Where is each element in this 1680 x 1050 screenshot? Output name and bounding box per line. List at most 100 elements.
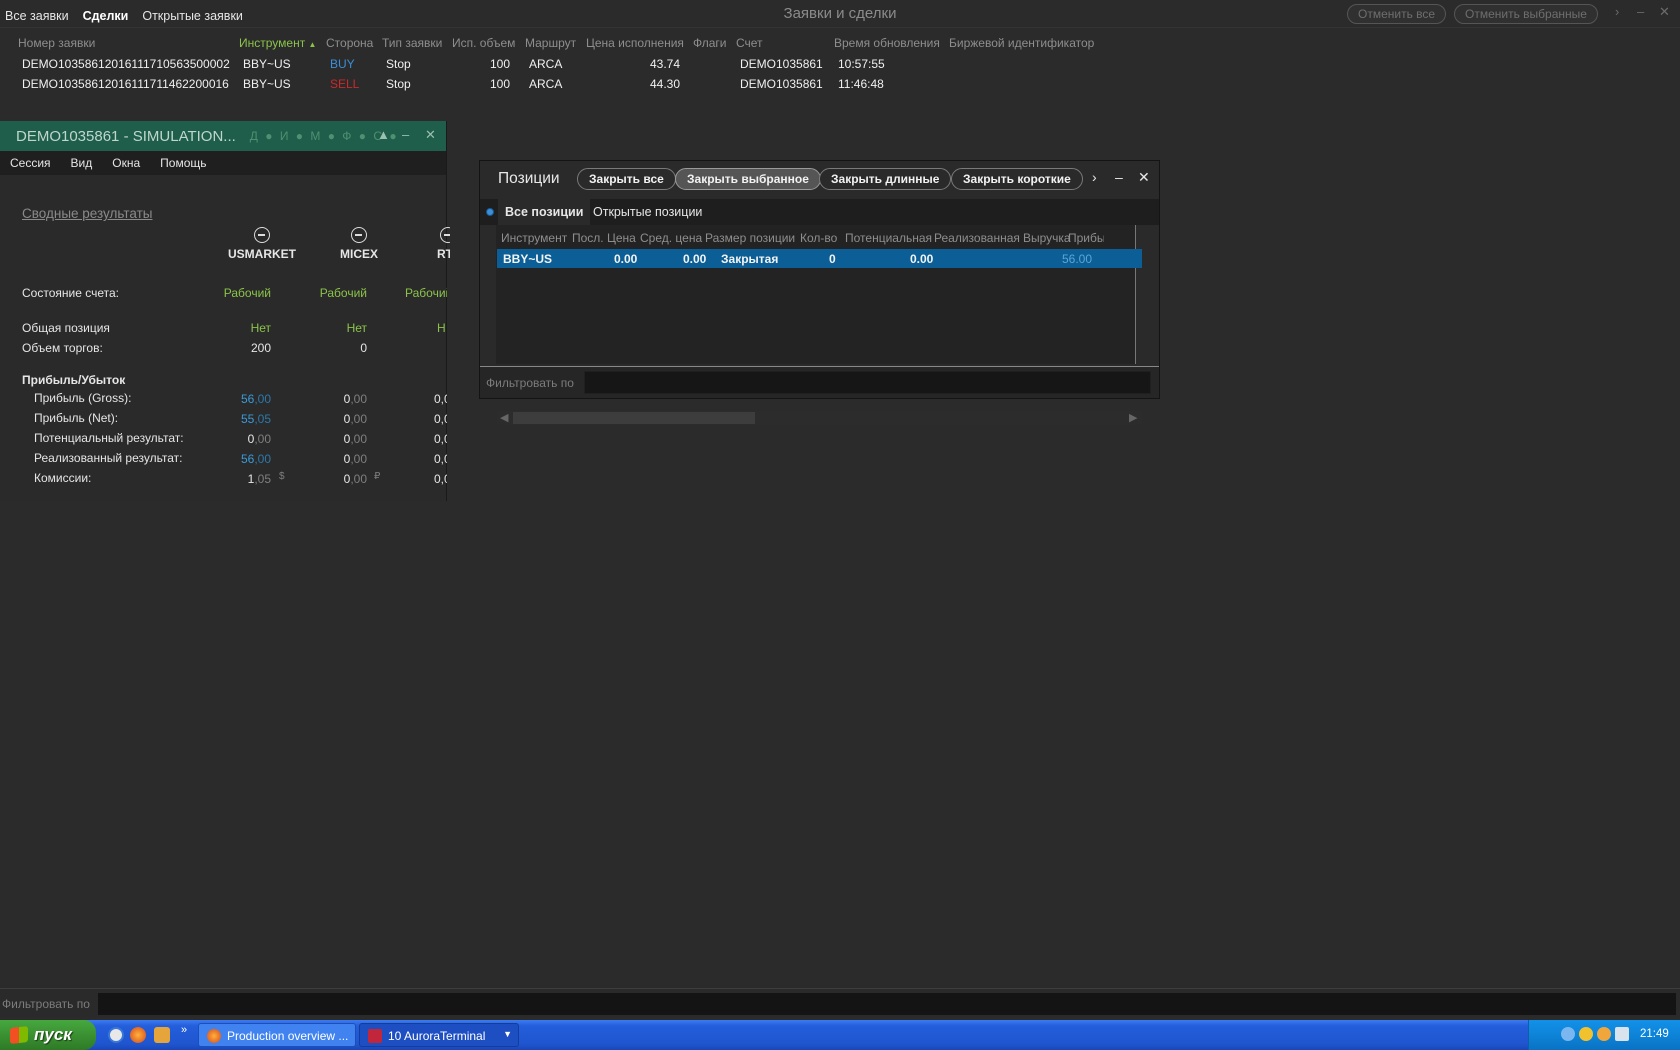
account-titlebar[interactable]: DEMO1035861 - SIMULATION... Д ● И ● М ● …	[0, 121, 446, 151]
cancel-selected-button[interactable]: Отменить выбранные	[1454, 4, 1598, 24]
table-row[interactable]: DEMO10358612016111710563500002 BBY~US BU…	[0, 57, 1680, 75]
rts-state: Рабочий	[405, 286, 447, 300]
filter-input[interactable]	[98, 993, 1676, 1015]
col-quantity[interactable]: Кол-во	[800, 231, 837, 245]
taskbar: пуск » Production overview ... 10 Aurora…	[0, 1020, 1680, 1050]
collapse-circle-icon	[254, 227, 270, 243]
horizontal-scrollbar[interactable]: ◀ ▶	[497, 411, 1142, 425]
app-icon[interactable]	[154, 1027, 170, 1043]
micex-potential: 0,00	[307, 432, 367, 446]
filter-label: Фильтровать по	[486, 376, 574, 390]
menu-windows[interactable]: Окна	[112, 156, 140, 170]
usmarket-gross: 56,00	[211, 392, 271, 406]
more-icon[interactable]: »	[181, 1024, 187, 1036]
close-long-button[interactable]: Закрыть длинные	[819, 168, 952, 190]
menu-view[interactable]: Вид	[71, 156, 93, 170]
orders-tabs: Все заявки Сделки Открытые заявки	[5, 9, 243, 23]
clock[interactable]: 21:49	[1640, 1028, 1669, 1040]
desktop-icon[interactable]	[108, 1027, 124, 1043]
col-instrument[interactable]: Инструмент ▲	[239, 36, 316, 50]
col-revenue[interactable]: Выручка	[1023, 231, 1071, 245]
col-side[interactable]: Сторона	[326, 36, 373, 50]
radio-icon[interactable]	[486, 208, 494, 216]
tray-icon[interactable]	[1561, 1027, 1575, 1041]
close-icon[interactable]: ✕	[1138, 169, 1150, 186]
tab-open-positions[interactable]: Открытые позиции	[586, 199, 709, 225]
chevron-right-icon[interactable]: ›	[1092, 169, 1097, 185]
instrument: BBY~US	[243, 57, 291, 71]
table-row[interactable]: DEMO10358612016111711462200016 BBY~US SE…	[0, 77, 1680, 95]
chevron-down-icon[interactable]: ▼	[503, 1029, 512, 1039]
dec-part: ,00	[254, 392, 271, 406]
usmarket-position: Нет	[250, 321, 271, 335]
firefox-icon	[207, 1029, 221, 1043]
minimize-icon[interactable]: –	[1115, 169, 1123, 185]
chevron-right-icon[interactable]: ›	[1615, 4, 1619, 19]
col-potential[interactable]: Потенциальная	[845, 231, 932, 245]
col-realized[interactable]: Реализованная	[934, 231, 1020, 245]
collapse-circle-icon	[440, 227, 450, 243]
instrument: BBY~US	[503, 252, 553, 266]
task-aurora-terminal[interactable]: 10 AuroraTerminal ▼	[359, 1023, 519, 1047]
start-label: пуск	[34, 1025, 72, 1044]
scroll-thumb[interactable]	[513, 412, 755, 424]
minimize-icon[interactable]: –	[1637, 4, 1644, 19]
table-row-selected[interactable]: BBY~US 0.00 0.00 Закрытая 0 0.00 56.00	[497, 249, 1142, 268]
int-part: 56	[240, 392, 255, 406]
tray-icon[interactable]	[1597, 1027, 1611, 1041]
int-part: 55	[240, 412, 255, 426]
market-usmarket[interactable]: USMARKET	[217, 227, 307, 261]
filter-input[interactable]	[584, 371, 1151, 394]
dec-part: ,00	[254, 432, 271, 446]
col-exchange-id[interactable]: Биржевой идентификатор	[949, 36, 1094, 50]
col-last-price[interactable]: Посл. Цена	[572, 231, 636, 245]
close-icon[interactable]: ✕	[425, 127, 436, 143]
col-update-time[interactable]: Время обновления	[834, 36, 940, 50]
close-icon[interactable]: ✕	[1659, 4, 1670, 20]
tray-icon[interactable]	[1579, 1027, 1593, 1041]
col-position-size[interactable]: Размер позиции	[705, 231, 795, 245]
divider	[0, 27, 1680, 28]
tab-deals[interactable]: Сделки	[83, 9, 129, 23]
collapse-circle-icon	[351, 227, 367, 243]
col-order-id[interactable]: Номер заявки	[18, 36, 95, 50]
tab-all-orders[interactable]: Все заявки	[5, 9, 69, 23]
close-selected-button[interactable]: Закрыть выбранное	[675, 168, 821, 190]
aurora-icon	[368, 1029, 382, 1043]
menu-session[interactable]: Сессия	[10, 156, 51, 170]
sort-up-icon: ▲	[308, 40, 317, 49]
col-account[interactable]: Счет	[736, 36, 763, 50]
tab-all-positions[interactable]: Все позиции	[498, 199, 591, 225]
minimize-icon[interactable]: –	[402, 127, 409, 142]
col-route[interactable]: Маршрут	[525, 36, 576, 50]
col-avg-price[interactable]: Сред. цена	[640, 231, 702, 245]
collapse-icon[interactable]: ▲	[377, 127, 390, 142]
col-profit[interactable]: Прибы	[1068, 231, 1104, 245]
task-production-overview[interactable]: Production overview ...	[198, 1023, 356, 1047]
usmarket-state: Рабочий	[223, 286, 271, 300]
close-all-button[interactable]: Закрыть все	[577, 168, 676, 190]
market-rts[interactable]: RT	[410, 227, 450, 261]
update-time: 10:57:55	[838, 57, 885, 71]
gross-profit-label: Прибыль (Gross):	[34, 391, 132, 405]
micex-commission: 0,00	[307, 472, 367, 486]
instrument: BBY~US	[243, 77, 291, 91]
col-exec-volume[interactable]: Исп. объем	[452, 36, 515, 50]
scroll-right-icon[interactable]: ▶	[1129, 411, 1137, 424]
tab-open-orders[interactable]: Открытые заявки	[142, 9, 243, 23]
cancel-all-button[interactable]: Отменить все	[1347, 4, 1447, 24]
col-instrument[interactable]: Инструмент	[501, 231, 567, 245]
network-icon[interactable]	[1615, 1027, 1629, 1041]
col-flags[interactable]: Флаги	[693, 36, 726, 50]
col-order-type[interactable]: Тип заявки	[382, 36, 442, 50]
scroll-left-icon[interactable]: ◀	[500, 411, 508, 424]
market-micex[interactable]: MICEX	[314, 227, 404, 261]
menu-help[interactable]: Помощь	[160, 156, 206, 170]
summary-results-link[interactable]: Сводные результаты	[22, 206, 152, 221]
position-size: Закрытая	[721, 252, 779, 266]
col-exec-price[interactable]: Цена исполнения	[586, 36, 684, 50]
start-button[interactable]: пуск	[0, 1020, 96, 1050]
close-short-button[interactable]: Закрыть короткие	[951, 168, 1083, 190]
realized-result-label: Реализованный результат:	[34, 451, 183, 465]
firefox-icon[interactable]	[130, 1027, 146, 1043]
